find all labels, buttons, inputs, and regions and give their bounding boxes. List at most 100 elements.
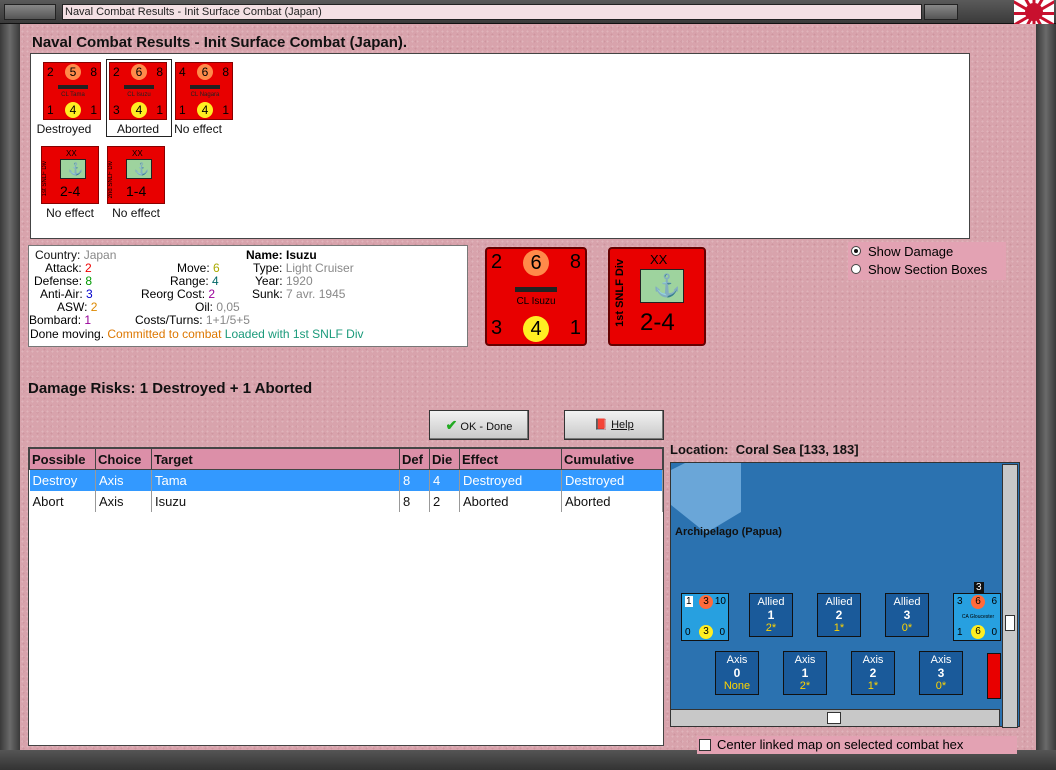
allied-box-1[interactable]: Allied 1 2* <box>749 593 793 637</box>
land-counter-1st-snlf[interactable]: XX 1st SNLF Div ⚓ 2-4 <box>41 146 99 204</box>
show-damage-label[interactable]: Show Damage <box>868 244 953 259</box>
unit-status: No effect <box>112 206 160 220</box>
counter-defense: 8 <box>222 65 229 79</box>
axis-box-1[interactable]: Axis 1 2* <box>783 651 827 695</box>
move-value: 6 <box>213 261 220 275</box>
counter-name: CL Tama <box>61 92 85 98</box>
cell-die: 2 <box>429 490 460 512</box>
reorg-label: Reorg Cost: <box>141 287 206 301</box>
dialog-heading: Naval Combat Results - Init Surface Comb… <box>32 34 408 51</box>
table-row[interactable]: Abort Axis Isuzu 8 2 Aborted Aborted <box>29 490 663 512</box>
unit-counter-tama[interactable]: 2 5 8 CL Tama 1 4 1 <box>43 62 101 120</box>
year-label: Year: <box>255 274 283 288</box>
counter-defense: 8 <box>90 65 97 79</box>
map-vertical-scrollbar[interactable] <box>1002 464 1018 728</box>
col-effect[interactable]: Effect <box>459 448 562 470</box>
box-num: 1 <box>801 666 809 680</box>
counter-attack: 2 <box>113 65 120 79</box>
antiair-value: 3 <box>86 287 93 301</box>
cell-effect: Destroyed <box>459 469 562 491</box>
show-sections-radio[interactable] <box>851 264 861 274</box>
axis-box-3[interactable]: Axis 3 0* <box>919 651 963 695</box>
move-label: Move: <box>177 261 210 275</box>
loaded-text: Loaded with 1st SNLF Div <box>224 327 364 341</box>
window-control-button[interactable] <box>924 4 958 20</box>
unit-side-name: 2nd SNLF Div <box>108 161 114 199</box>
anchor-icon: ⚓ <box>653 273 681 298</box>
box-side: Allied <box>893 596 921 608</box>
window-menu-button[interactable] <box>4 4 56 20</box>
table-header-row: Possible Choice Target Def Die Effect Cu… <box>29 448 663 470</box>
attack-value: 2 <box>85 261 92 275</box>
land-counter-2nd-snlf[interactable]: XX 2nd SNLF Div ⚓ 1-4 <box>107 146 165 204</box>
costs-label: Costs/Turns: <box>135 313 203 327</box>
cell-cumulative: Destroyed <box>561 469 663 491</box>
cell-possible: Destroy <box>29 469 96 491</box>
box-num: 3 <box>903 608 911 622</box>
mini-map[interactable]: Archipelago (Papua) 1 3 10 0 3 0 Allied 1… <box>670 462 1020 727</box>
island-hex <box>671 463 741 533</box>
col-def[interactable]: Def <box>399 448 430 470</box>
col-target[interactable]: Target <box>151 448 400 470</box>
title-bar: Naval Combat Results - Init Surface Comb… <box>0 0 1056 24</box>
map-left-unit[interactable]: 1 3 10 0 3 0 <box>681 593 729 641</box>
allied-box-2[interactable]: Allied 2 1* <box>817 593 861 637</box>
edge-unit-counter[interactable] <box>987 653 1001 699</box>
cell-def: 8 <box>399 490 430 512</box>
unit-counter-isuzu[interactable]: 2 6 8 CL Isuzu 3 4 1 <box>106 59 172 137</box>
show-damage-radio[interactable] <box>851 246 861 256</box>
map-right-unit[interactable]: 3 3 6 6 CA Gloucester 1 6 0 <box>953 582 1001 641</box>
counter-asw: 1 <box>90 103 97 117</box>
counter-name: CL Isuzu <box>127 92 151 98</box>
counter-aa: 1 <box>179 103 186 117</box>
counter-asw: 0 <box>991 627 997 638</box>
box-num: 1 <box>767 608 775 622</box>
col-die[interactable]: Die <box>429 448 460 470</box>
counter-attack: 2 <box>491 251 503 273</box>
counter-name: CL Isuzu <box>516 296 556 307</box>
counter-name: CA Gloucester <box>961 614 995 620</box>
display-options: Show Damage Show Section Boxes <box>848 242 1006 280</box>
counter-move: 6 <box>131 64 147 80</box>
col-choice[interactable]: Choice <box>95 448 152 470</box>
counter-move: 6 <box>197 64 213 80</box>
center-map-checkbox[interactable] <box>699 739 711 751</box>
reorg-value: 2 <box>208 287 216 301</box>
country-label: Country: <box>35 248 81 262</box>
counter-range: 4 <box>523 316 549 342</box>
box-val: 1* <box>867 680 879 692</box>
counter-aa: 0 <box>685 627 691 638</box>
show-sections-label[interactable]: Show Section Boxes <box>868 262 987 277</box>
help-button[interactable]: 📕 Help <box>564 410 664 440</box>
axis-box-0[interactable]: Axis 0 None <box>715 651 759 695</box>
center-map-option[interactable]: Center linked map on selected combat hex <box>697 736 1017 754</box>
location-value: Coral Sea [133, 183] <box>735 442 859 457</box>
range-value: 4 <box>212 274 219 288</box>
sunk-label: Sunk: <box>252 287 283 301</box>
ship-icon <box>58 85 88 89</box>
table-row[interactable]: Destroy Axis Tama 8 4 Destroyed Destroye… <box>29 469 663 491</box>
counter-range: 3 <box>699 625 713 639</box>
bombard-label: Bombard: <box>29 313 82 327</box>
counter-move: 6 <box>523 250 549 276</box>
axis-box-2[interactable]: Axis 2 1* <box>851 651 895 695</box>
col-cumulative[interactable]: Cumulative <box>561 448 663 470</box>
right-frame <box>1036 24 1056 750</box>
asw-label: ASW: <box>57 300 88 314</box>
counter-aa: 1 <box>957 627 963 638</box>
unit-counter-nagara[interactable]: 4 6 8 CL Nagara 1 4 1 <box>175 62 233 120</box>
ok-done-button[interactable]: ✔ OK - Done <box>429 410 529 440</box>
vscroll-thumb[interactable] <box>1005 615 1015 631</box>
cell-def: 8 <box>399 469 430 491</box>
map-horizontal-scrollbar[interactable] <box>670 709 1000 727</box>
counter-name: CL Nagara <box>190 92 220 98</box>
hscroll-thumb[interactable] <box>827 712 841 724</box>
combat-results-table: Possible Choice Target Def Die Effect Cu… <box>28 447 664 746</box>
committed-text: Committed to combat <box>107 327 222 341</box>
name-value: Isuzu <box>286 248 317 262</box>
defense-value: 8 <box>85 274 93 288</box>
allied-box-3[interactable]: Allied 3 0* <box>885 593 929 637</box>
counter-move: 5 <box>65 64 81 80</box>
col-possible[interactable]: Possible <box>29 448 96 470</box>
defense-label: Defense: <box>34 274 83 288</box>
